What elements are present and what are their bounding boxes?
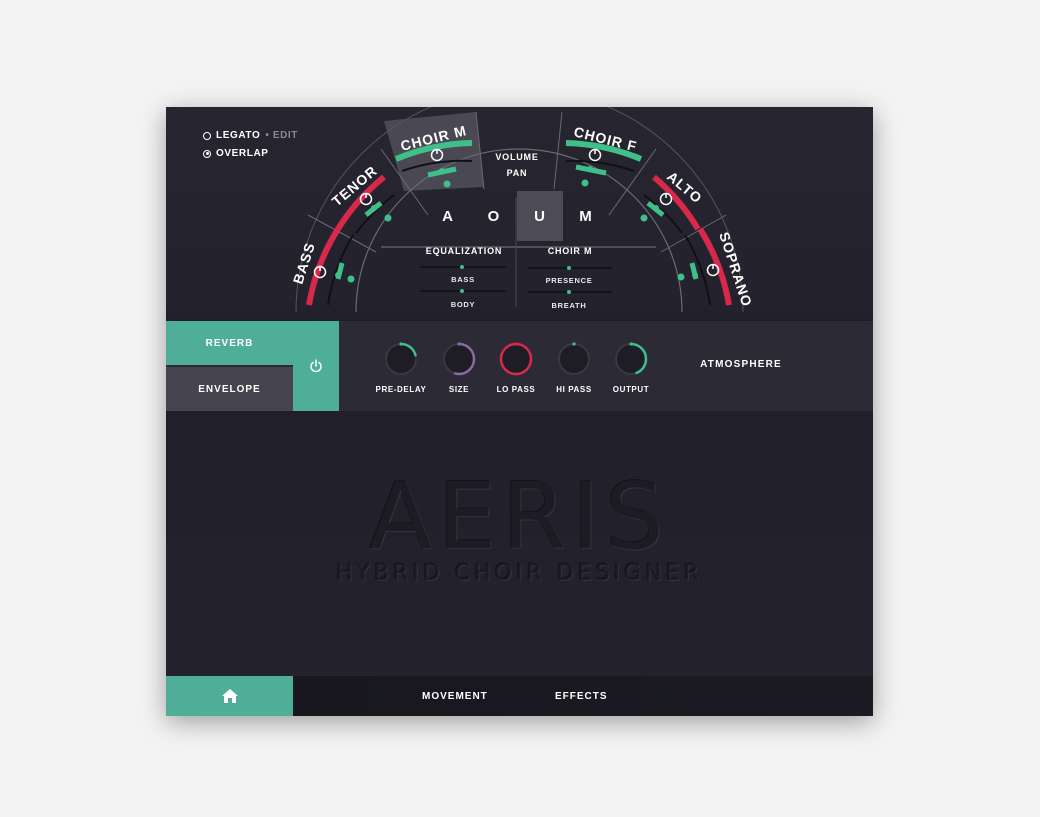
aeris-logo: AERIS HYBRID CHOIR DESIGNER xyxy=(166,463,873,587)
voice-mixer-panel: LEGATO • EDIT OVERLAP BASS TENOR CHOIR M… xyxy=(166,107,873,319)
power-icon xyxy=(310,359,322,373)
logo-title: AERIS xyxy=(369,463,670,570)
equalization-title: EQUALIZATION xyxy=(425,246,503,256)
body-eq-handle[interactable] xyxy=(460,289,464,293)
choir-f-voice-segment[interactable]: CHOIR F xyxy=(565,123,643,187)
movement-tab[interactable]: MOVEMENT xyxy=(422,676,488,716)
home-button[interactable] xyxy=(166,676,293,716)
reverb-tab[interactable]: REVERB xyxy=(166,321,293,365)
vowel-a-button[interactable]: A xyxy=(425,191,471,241)
knob-pre-delay[interactable] xyxy=(383,341,419,377)
knob-hi-pass[interactable] xyxy=(556,341,592,377)
knob-lo-pass[interactable] xyxy=(498,341,534,377)
breath-handle[interactable] xyxy=(567,290,571,294)
knob-output[interactable] xyxy=(613,341,649,377)
vowel-m-button[interactable]: M xyxy=(563,191,609,241)
alto-voice-segment[interactable]: ALTO xyxy=(640,168,706,234)
logo-subtitle: HYBRID CHOIR DESIGNER xyxy=(336,561,703,586)
volume-label: VOLUME xyxy=(495,152,539,162)
voice-panel-title: CHOIR M xyxy=(547,246,593,256)
effects-nav-tab[interactable]: EFFECTS xyxy=(555,676,608,716)
presence-handle[interactable] xyxy=(567,266,571,270)
pan-label: PAN xyxy=(506,168,528,178)
soprano-voice-segment[interactable]: SOPRANO xyxy=(677,227,756,309)
home-icon xyxy=(221,689,238,703)
aeris-plugin-window: LEGATO • EDIT OVERLAP BASS TENOR CHOIR M… xyxy=(166,107,873,716)
vowel-o-button[interactable]: O xyxy=(471,191,517,241)
presence-label: PRESENCE xyxy=(545,276,593,285)
bass-eq-handle[interactable] xyxy=(460,265,464,269)
effects-bar: REVERB ENVELOPE PRE-DELAY SIZE LO PASS HI P… xyxy=(166,321,873,411)
envelope-tab[interactable]: ENVELOPE xyxy=(166,367,293,411)
body-eq-label: BODY xyxy=(450,300,476,309)
knob-size[interactable] xyxy=(441,341,477,377)
logo-area: AERIS HYBRID CHOIR DESIGNER xyxy=(166,411,873,676)
bass-eq-label: BASS xyxy=(451,275,475,284)
tenor-voice-segment[interactable]: TENOR xyxy=(329,162,395,234)
knob-label: OUTPUT xyxy=(612,385,650,394)
vowel-u-button[interactable]: U xyxy=(517,191,563,241)
bottom-navigation: MOVEMENT EFFECTS xyxy=(166,676,873,716)
reverb-power-button[interactable] xyxy=(293,321,339,411)
bass-voice-segment[interactable]: BASS xyxy=(290,227,355,306)
alto-label: ALTO xyxy=(664,168,706,206)
preset-name[interactable]: ATMOSPHERE xyxy=(686,359,796,370)
breath-label: BREATH xyxy=(551,301,587,310)
